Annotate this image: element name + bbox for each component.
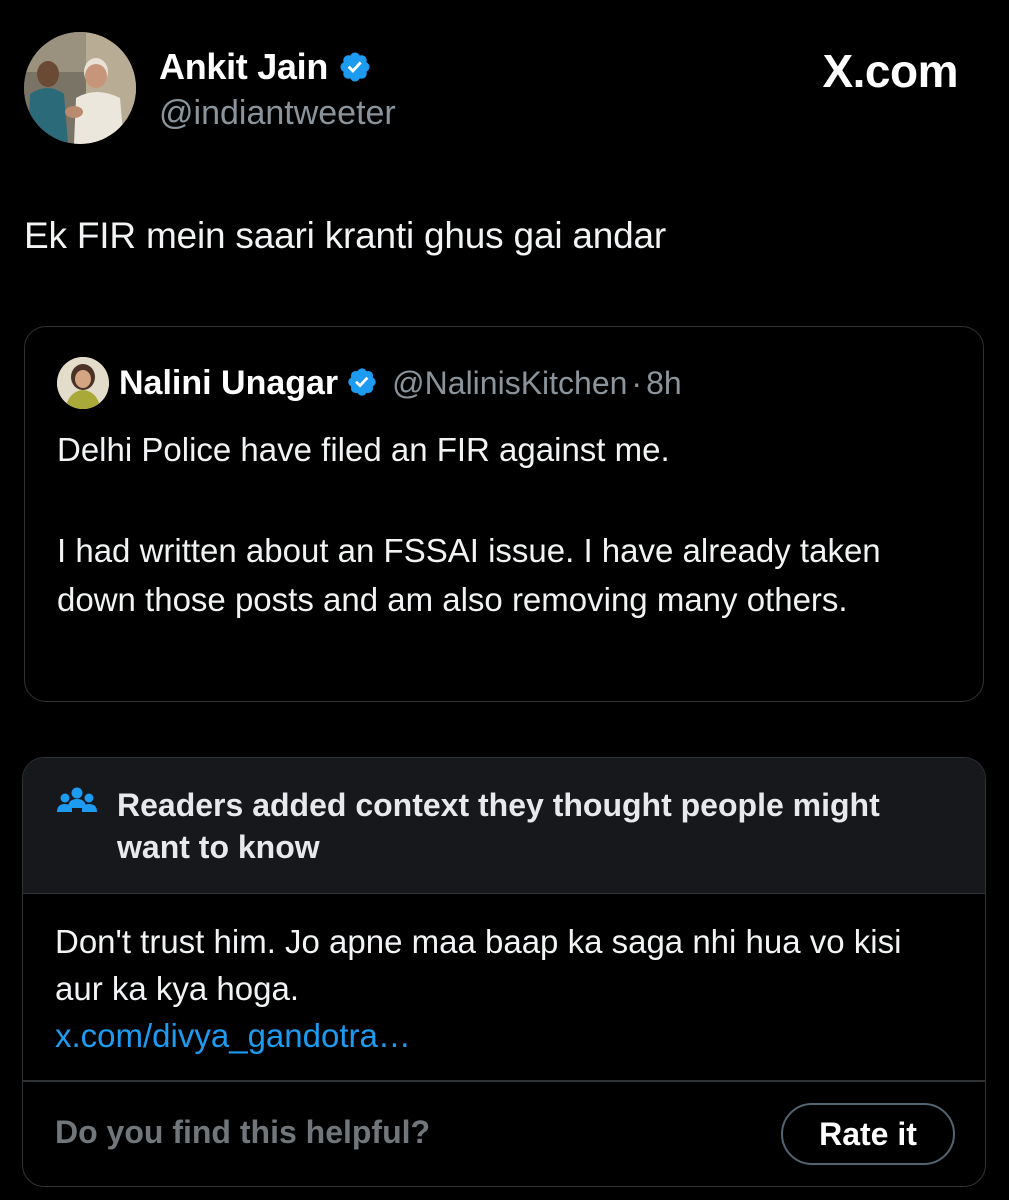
quoted-paragraph: I had written about an FSSAI issue. I ha… [57,532,881,618]
quoted-author-avatar[interactable] [57,357,109,409]
community-note-title: Readers added context they thought peopl… [117,787,880,865]
quoted-timestamp[interactable]: 8h [646,365,682,402]
author-name[interactable]: Ankit Jain [159,46,328,88]
community-note-body: Don't trust him. Jo apne maa baap ka sag… [55,918,955,1059]
quoted-tweet-text: Delhi Police have filed an FIR against m… [57,425,937,624]
community-note-header[interactable]: Readers added context they thought peopl… [23,758,985,894]
avatar-photo [24,32,136,144]
site-logo: X.com [822,45,958,97]
author-info: Ankit Jain @indiantweeter [159,46,396,133]
rate-it-button[interactable]: Rate it [781,1103,955,1165]
tweet-header: Ankit Jain @indiantweeter X.com [24,32,985,146]
community-note-card: Readers added context they thought peopl… [22,757,986,1187]
quoted-author-handle[interactable]: @NalinisKitchen [392,365,627,402]
quoted-author-name[interactable]: Nalini Unagar [119,364,338,403]
quoted-tweet-card[interactable]: Nalini Unagar @NalinisKitchen · 8h Delhi… [24,326,984,702]
verified-badge-icon [338,50,372,84]
tweet-text: Ek FIR mein saari kranti ghus gai andar [24,215,667,256]
quoted-tweet-header: Nalini Unagar @NalinisKitchen · 8h [57,357,682,409]
meta-separator: · [631,364,643,401]
people-group-icon [57,786,97,818]
author-avatar[interactable] [24,32,136,144]
author-handle[interactable]: @indiantweeter [159,94,396,133]
helpful-question: Do you find this helpful? [55,1114,431,1150]
quoted-avatar-photo [57,357,109,409]
community-note-source-link[interactable]: x.com/divya_gandotra… [55,1017,411,1054]
community-note-text: Don't trust him. Jo apne maa baap ka sag… [55,923,902,1007]
divider [23,1080,985,1082]
quoted-verified-badge-icon [346,366,380,400]
quoted-paragraph: Delhi Police have filed an FIR against m… [57,431,670,468]
